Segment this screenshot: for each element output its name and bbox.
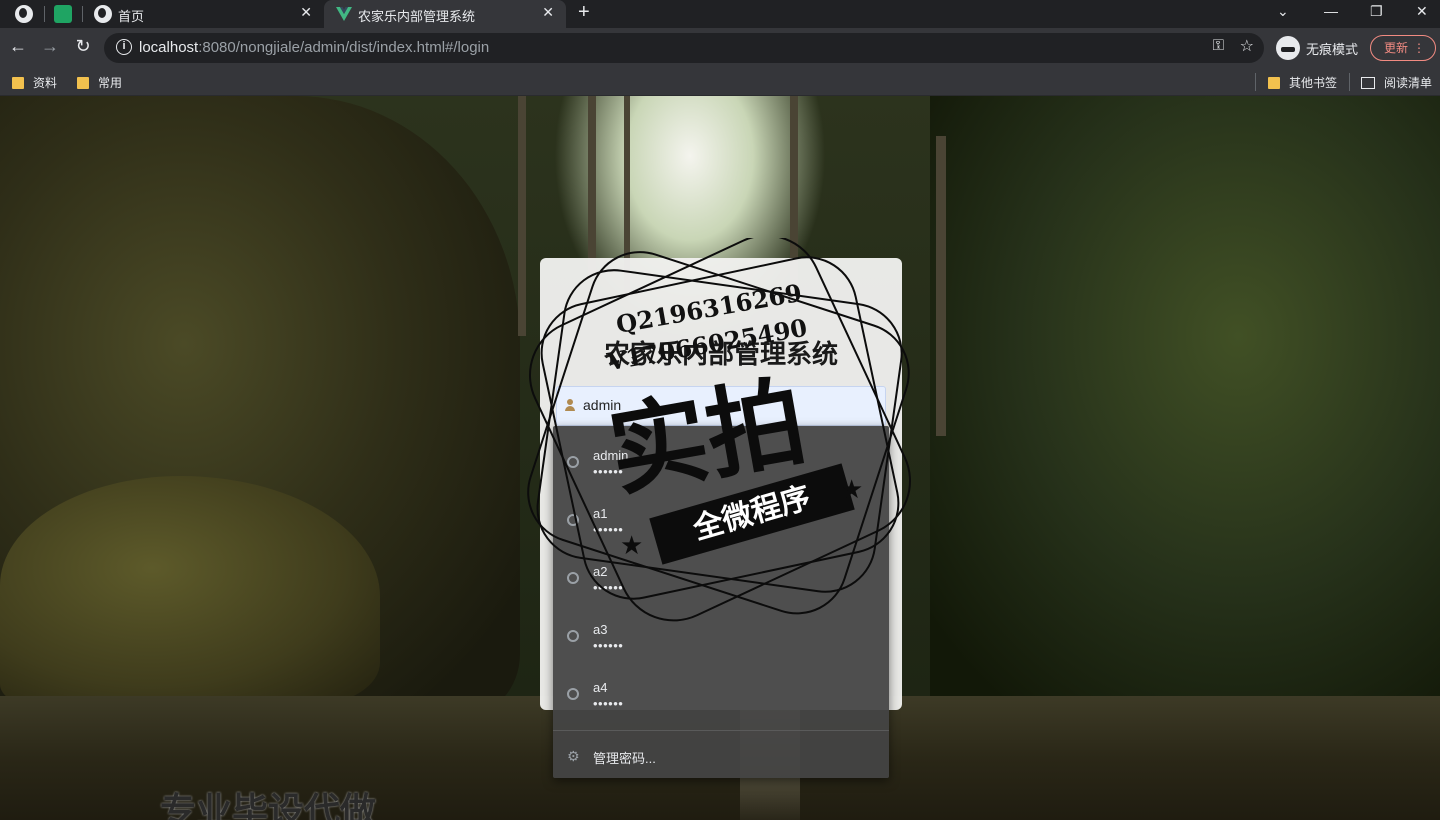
bookmark-label: 资料	[33, 76, 58, 90]
incognito-label: 无痕模式	[1306, 41, 1359, 57]
key-globe-icon	[567, 688, 579, 700]
tab-title: 首页	[118, 9, 145, 24]
close-window-button[interactable]: ✕	[1416, 3, 1428, 20]
reading-list-icon	[1361, 76, 1375, 89]
close-icon[interactable]: ✕	[300, 4, 312, 21]
reading-list[interactable]: 阅读清单	[1361, 74, 1432, 91]
autofill-item[interactable]: a4 ••••••	[553, 658, 889, 716]
globe-icon	[94, 5, 112, 23]
tab-search-chevron-icon[interactable]: ⌄	[1277, 3, 1289, 20]
new-tab-button[interactable]: +	[578, 1, 590, 24]
folder-icon	[12, 76, 24, 89]
background-tree	[588, 96, 596, 276]
autofill-item[interactable]: a1 ••••••	[553, 484, 889, 542]
bookmark-folder-changyong[interactable]: 常用	[77, 74, 122, 91]
tab-strip: 首页 ✕ 农家乐内部管理系统 ✕ + ⌄ — ❐ ✕	[0, 0, 1440, 28]
key-globe-icon	[567, 456, 579, 468]
tab-separator	[44, 6, 45, 22]
background-tree	[518, 96, 526, 336]
autofill-username: a3	[593, 622, 608, 637]
user-icon	[565, 399, 575, 411]
page-title: 农家乐内部管理系统	[603, 340, 838, 370]
tab-title: 农家乐内部管理系统	[358, 9, 476, 24]
bookmark-folder-ziliao[interactable]: 资料	[12, 74, 57, 91]
autofill-password: ••••••	[593, 696, 624, 711]
background-foliage	[930, 96, 1440, 696]
address-bar[interactable]: i localhost:8080/nongjiale/admin/dist/in…	[104, 33, 1264, 63]
bookmark-label: 常用	[98, 76, 123, 90]
bookmark-other[interactable]: 其他书签	[1268, 74, 1337, 91]
bookmark-label: 阅读清单	[1384, 76, 1433, 90]
autofill-username: a1	[593, 506, 608, 521]
gear-icon: ⚙	[567, 748, 580, 764]
folder-icon	[77, 76, 89, 89]
vue-logo-icon	[336, 7, 352, 21]
forward-arrow-icon[interactable]: →	[38, 36, 62, 57]
bookmark-label: 其他书签	[1289, 76, 1338, 90]
autofill-divider	[553, 730, 889, 731]
background-tree	[936, 136, 946, 436]
reload-icon[interactable]: ↻	[71, 36, 95, 57]
incognito-indicator[interactable]: 无痕模式	[1276, 34, 1358, 62]
autofill-password: ••••••	[593, 638, 624, 653]
tab-separator	[82, 6, 83, 22]
site-info-icon[interactable]: i	[116, 39, 132, 55]
incognito-icon	[1276, 36, 1300, 60]
url-path: :8080/nongjiale/admin/dist/index.html#/l…	[198, 39, 490, 56]
tab-active-login[interactable]: 农家乐内部管理系统 ✕	[324, 0, 566, 28]
autofill-item[interactable]: admin ••••••	[553, 426, 889, 484]
autofill-password: ••••••	[593, 580, 624, 595]
url-text[interactable]: localhost:8080/nongjiale/admin/dist/inde…	[139, 39, 489, 56]
bookmark-star-icon[interactable]: ☆	[1240, 36, 1254, 56]
manage-passwords-label: 管理密码...	[593, 751, 656, 766]
browser-toolbar: ← → ↻ i localhost:8080/nongjiale/admin/d…	[0, 28, 1440, 68]
username-value: admin	[583, 397, 622, 413]
autofill-item[interactable]: a3 ••••••	[553, 600, 889, 658]
autofill-password: ••••••	[593, 464, 624, 479]
manage-passwords-item[interactable]: ⚙ 管理密码...	[553, 736, 889, 776]
username-input[interactable]: admin	[556, 386, 886, 426]
password-autofill-dropdown: admin •••••• a1 •••••• a2 •••••• a3 ••••…	[553, 426, 889, 778]
key-globe-icon	[567, 572, 579, 584]
sheets-app-icon[interactable]	[54, 5, 72, 23]
bookmark-separator	[1255, 73, 1256, 91]
key-globe-icon	[567, 514, 579, 526]
update-button[interactable]: 更新 ⋮	[1370, 35, 1436, 61]
key-icon[interactable]: ⚿	[1213, 37, 1224, 54]
promo-banner-text: 专业毕设代做	[160, 790, 377, 820]
autofill-username: a2	[593, 564, 608, 579]
autofill-username: admin	[593, 448, 629, 463]
restore-button[interactable]: ❐	[1370, 3, 1383, 20]
minimize-button[interactable]: —	[1324, 3, 1338, 19]
bookmarks-bar: 资料 常用 其他书签 阅读清单	[0, 68, 1440, 96]
close-icon[interactable]: ✕	[542, 4, 554, 21]
bookmark-separator	[1349, 73, 1350, 91]
url-host: localhost	[139, 39, 199, 56]
autofill-username: a4	[593, 680, 608, 695]
tab-home[interactable]: 首页 ✕	[84, 0, 324, 28]
folder-icon	[1268, 76, 1280, 89]
autofill-item[interactable]: a2 ••••••	[553, 542, 889, 600]
globe-icon[interactable]	[15, 5, 33, 23]
update-label: 更新	[1384, 41, 1409, 55]
autofill-password: ••••••	[593, 522, 624, 537]
back-arrow-icon[interactable]: ←	[6, 36, 30, 57]
menu-dots-icon[interactable]: ⋮	[1413, 36, 1425, 60]
key-globe-icon	[567, 630, 579, 642]
